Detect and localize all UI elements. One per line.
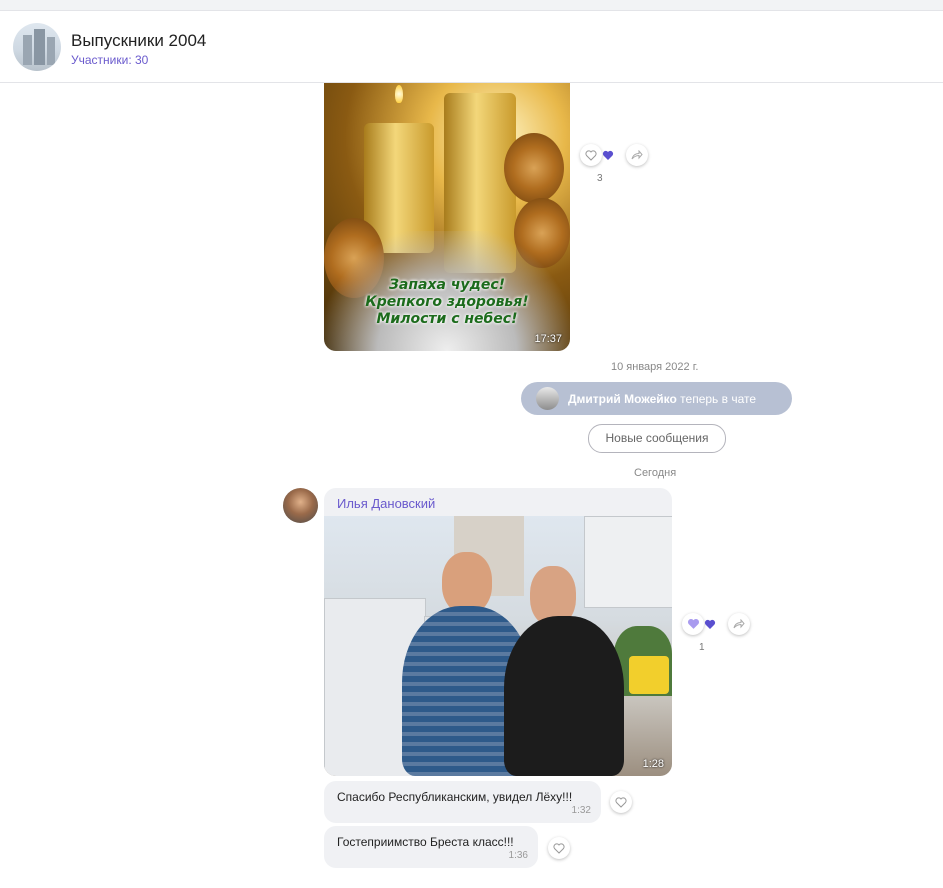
like-button[interactable] xyxy=(580,144,602,166)
author-avatar[interactable] xyxy=(283,488,318,523)
heart-outline-icon xyxy=(615,796,627,808)
message-time: 17:37 xyxy=(534,333,562,345)
text-message: Гостеприимство Бреста класс!!! 1:36 xyxy=(324,826,538,868)
message-time: 1:32 xyxy=(571,805,591,816)
reaction-count: 1 xyxy=(699,642,705,653)
user-avatar[interactable] xyxy=(536,387,559,410)
share-button[interactable] xyxy=(728,613,750,635)
chat-avatar[interactable] xyxy=(13,23,61,71)
text-message: Спасибо Республиканским, увидел Лёху!!! … xyxy=(324,781,601,823)
message-text: Гостеприимство Бреста класс!!! xyxy=(337,835,514,849)
heart-outline-icon xyxy=(585,149,597,161)
like-button[interactable] xyxy=(682,613,704,635)
message-time: 1:36 xyxy=(508,850,528,861)
message-text: Спасибо Республиканским, увидел Лёху!!! xyxy=(337,790,573,804)
date-separator: 10 января 2022 г. xyxy=(611,361,699,373)
greeting-image[interactable]: Запаха чудес! Крепкого здоровья! Милости… xyxy=(324,83,570,351)
new-messages-button[interactable]: Новые сообщения xyxy=(588,424,726,453)
chat-header: Выпускники 2004 Участники: 30 xyxy=(0,11,943,83)
greeting-text: Запаха чудес! Крепкого здоровья! Милости… xyxy=(365,277,529,327)
reactions-message1 xyxy=(580,144,648,166)
like-button[interactable] xyxy=(548,837,570,859)
top-strip xyxy=(0,0,943,11)
members-count-link[interactable]: Участники: 30 xyxy=(71,53,148,67)
reaction-count: 3 xyxy=(597,173,603,184)
like-button[interactable] xyxy=(610,791,632,813)
heart-filled-icon xyxy=(687,619,699,629)
author-name[interactable]: Илья Дановский xyxy=(337,496,435,511)
chat-title[interactable]: Выпускники 2004 xyxy=(71,31,206,51)
system-message: Дмитрий Можейко теперь в чате xyxy=(521,382,792,415)
heart-filled-icon xyxy=(602,150,614,160)
reactions-message2 xyxy=(682,613,750,635)
photo-time: 1:28 xyxy=(642,758,664,770)
photo-message: Илья Дановский 1:28 xyxy=(324,488,672,776)
system-text: Дмитрий Можейко теперь в чате xyxy=(568,392,757,406)
heart-outline-icon xyxy=(553,842,565,854)
heart-filled-icon xyxy=(704,619,716,629)
photo[interactable]: 1:28 xyxy=(324,516,672,776)
share-icon xyxy=(631,150,643,160)
share-icon xyxy=(733,619,745,629)
share-button[interactable] xyxy=(626,144,648,166)
today-separator: Сегодня xyxy=(634,467,677,479)
